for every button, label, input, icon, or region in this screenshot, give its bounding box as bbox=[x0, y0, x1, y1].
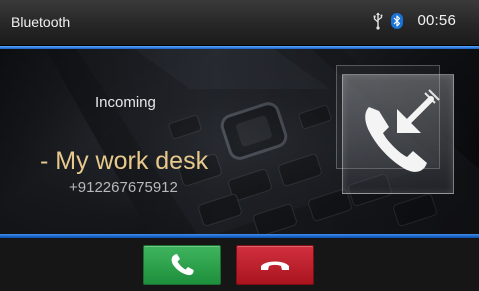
bluetooth-icon bbox=[391, 13, 404, 29]
call-action-bar bbox=[0, 238, 479, 291]
end-call-icon bbox=[261, 261, 289, 270]
answer-call-button[interactable] bbox=[143, 245, 221, 285]
call-icon-card bbox=[342, 74, 454, 194]
usb-icon bbox=[373, 12, 383, 30]
status-bar: Bluetooth 00:56 bbox=[0, 0, 479, 46]
caller-name: - My work desk bbox=[40, 147, 209, 175]
app-title: Bluetooth bbox=[11, 14, 71, 30]
decline-call-button[interactable] bbox=[236, 245, 314, 285]
call-info-area: Incoming - My work desk +912267675912 bbox=[0, 49, 479, 234]
status-icons: 00:56 bbox=[373, 11, 456, 31]
incoming-call-icon bbox=[365, 89, 440, 172]
incoming-call-screen: Bluetooth 00:56 Incoming - My work desk … bbox=[0, 0, 479, 291]
answer-call-icon bbox=[171, 254, 194, 276]
caller-number: +912267675912 bbox=[69, 179, 178, 196]
clock: 00:56 bbox=[417, 12, 456, 29]
call-status-label: Incoming bbox=[95, 94, 156, 111]
